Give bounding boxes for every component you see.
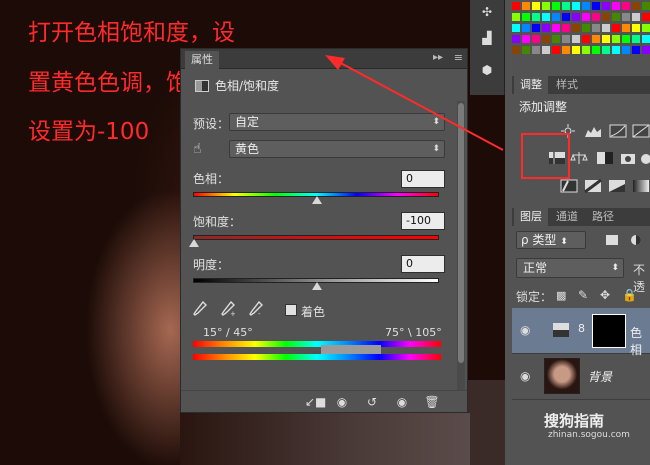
annotation-arrow: [325, 55, 504, 151]
